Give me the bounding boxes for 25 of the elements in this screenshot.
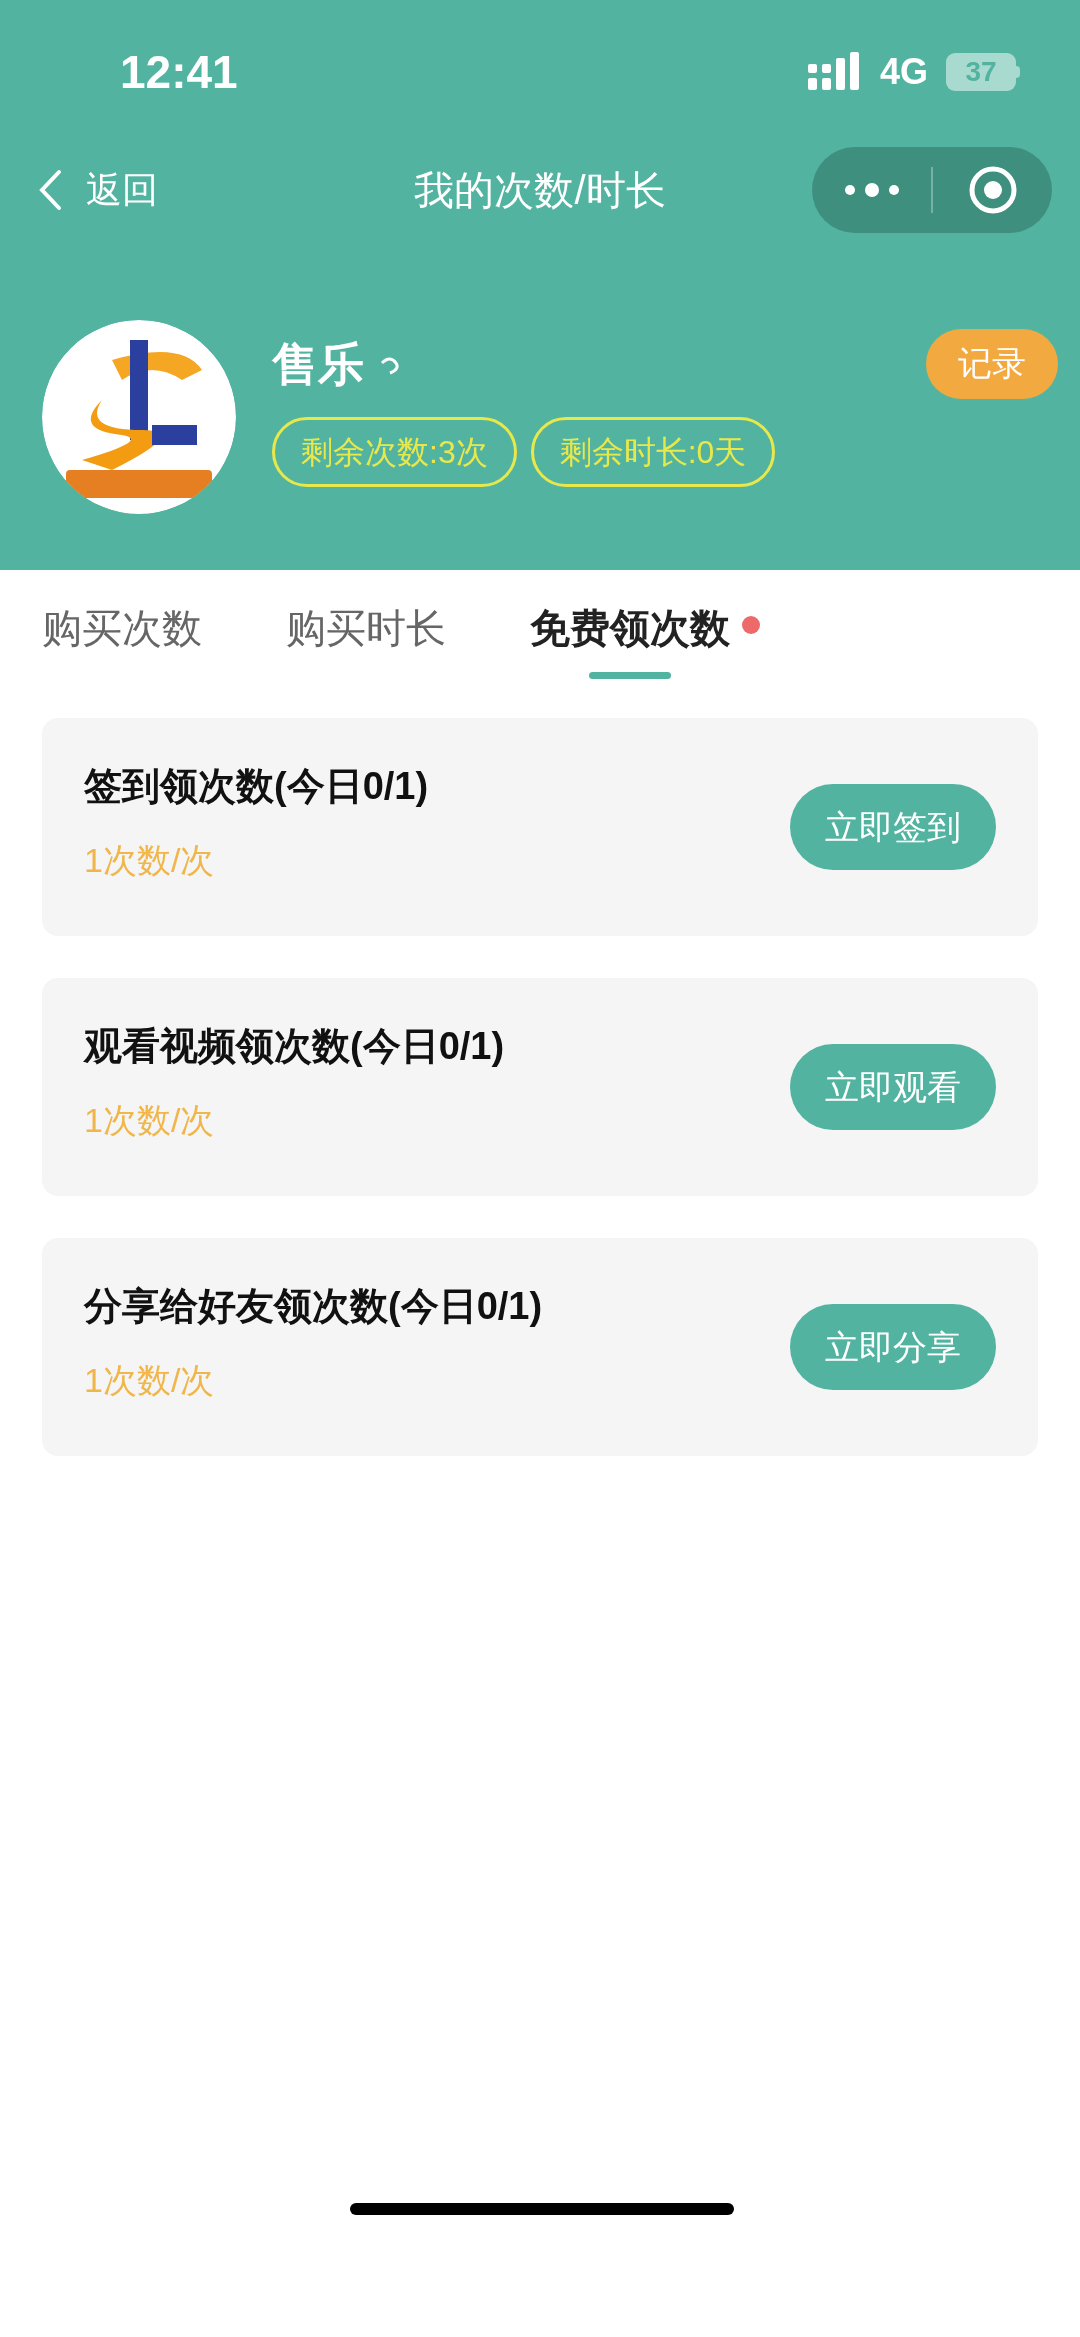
- battery-indicator: 37: [946, 53, 1020, 91]
- task-title: 分享给好友领次数(今日0/1): [84, 1284, 543, 1329]
- task-button[interactable]: 立即分享: [790, 1304, 996, 1390]
- close-target-icon[interactable]: [967, 165, 1018, 215]
- task-button[interactable]: 立即观看: [790, 1044, 996, 1130]
- task-title: 观看视频领次数(今日0/1): [84, 1024, 505, 1069]
- task-button[interactable]: 立即签到: [790, 784, 996, 870]
- page-title: 我的次数/时长: [414, 167, 666, 214]
- chevron-left-icon: [38, 169, 62, 211]
- task-title: 签到领次数(今日0/1): [84, 764, 429, 809]
- task-reward: 1次数/次: [84, 840, 216, 881]
- status-time: 12:41: [119, 44, 238, 100]
- more-icon[interactable]: [843, 182, 900, 198]
- balance-chip: 剩余次数:3次: [272, 417, 517, 487]
- balance-chip: 剩余时长:0天: [530, 417, 776, 487]
- user-name: 售乐: [272, 337, 364, 392]
- task-reward: 1次数/次: [84, 1360, 216, 1401]
- network-label: 4G: [879, 50, 928, 94]
- task-reward: 1次数/次: [84, 1100, 216, 1141]
- back-button[interactable]: 返回: [38, 163, 158, 217]
- tab[interactable]: 免费领次数: [530, 598, 730, 658]
- record-button[interactable]: 记录: [926, 328, 1058, 399]
- signal-icon: [807, 52, 862, 92]
- tab[interactable]: 购买次数: [42, 598, 202, 658]
- tab[interactable]: 购买时长: [286, 598, 446, 658]
